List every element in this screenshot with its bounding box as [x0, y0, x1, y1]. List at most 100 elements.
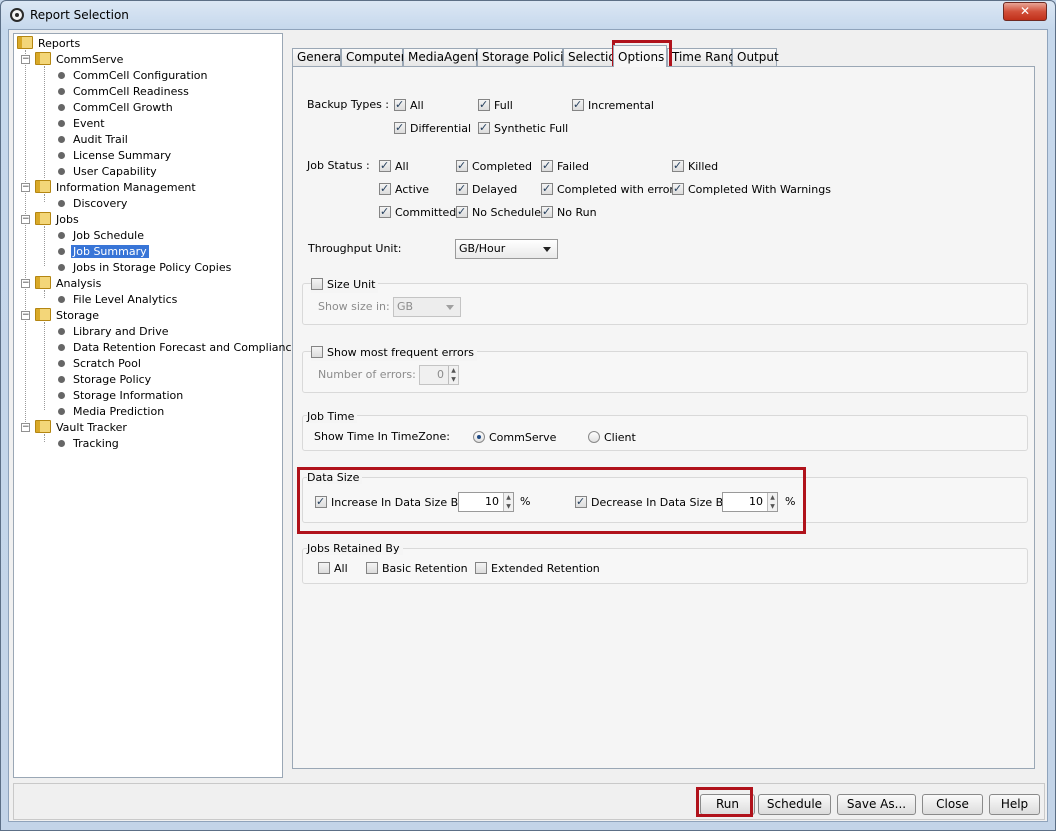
spin-up-icon[interactable]: ▲	[448, 366, 458, 375]
collapse-icon[interactable]: −	[21, 423, 30, 432]
checkbox-label: Incremental	[588, 99, 654, 112]
backup-differential-checkbox[interactable]: Differential	[394, 120, 471, 137]
save-as-button[interactable]: Save As...	[837, 794, 916, 815]
checkbox-icon	[318, 562, 330, 574]
retained-basic-checkbox[interactable]: Basic Retention	[366, 561, 468, 577]
folder-icon	[35, 212, 51, 225]
tree-item-storage-policy[interactable]: Storage Policy	[54, 372, 153, 388]
show-frequent-errors-checkbox[interactable]: Show most frequent errors	[311, 345, 477, 361]
tree-item-discovery[interactable]: Discovery	[54, 196, 129, 212]
tab-computers[interactable]: Computers	[341, 48, 412, 66]
tab-storage-policies[interactable]: Storage Policies	[477, 48, 577, 66]
backup-all-checkbox[interactable]: All	[394, 97, 424, 114]
leaf-icon	[58, 296, 65, 303]
leaf-icon	[58, 200, 65, 207]
number-of-errors-spinner[interactable]: 0 ▲ ▼	[419, 365, 459, 385]
status-completed-checkbox[interactable]: Completed	[456, 158, 532, 175]
tree-item-tracking[interactable]: Tracking	[54, 436, 121, 452]
status-no-run-checkbox[interactable]: No Run	[541, 204, 597, 221]
throughput-unit-dropdown[interactable]: GB/Hour	[455, 239, 558, 259]
status-completed-with-errors-checkbox[interactable]: Completed with errors	[541, 181, 680, 198]
tree-item-scratch-pool[interactable]: Scratch Pool	[54, 356, 143, 372]
checkbox-icon	[672, 158, 684, 174]
report-tree[interactable]: Reports − CommServe CommCell Configurati…	[13, 33, 298, 778]
tree-item-information-management[interactable]: Information Management	[35, 180, 198, 196]
size-unit-dropdown[interactable]: GB	[393, 297, 461, 317]
tree-item-jobs-in-storage-policy-copies[interactable]: Jobs in Storage Policy Copies	[54, 260, 233, 276]
help-button[interactable]: Help	[989, 794, 1040, 815]
checkbox-icon	[379, 204, 391, 220]
tree-item-vault-tracker[interactable]: Vault Tracker	[35, 420, 129, 436]
timezone-commserve-radio[interactable]: CommServe	[473, 430, 556, 446]
collapse-icon[interactable]: −	[21, 311, 30, 320]
status-failed-checkbox[interactable]: Failed	[541, 158, 589, 175]
checkbox-label: Completed with errors	[557, 183, 680, 196]
tree-item-media-prediction[interactable]: Media Prediction	[54, 404, 166, 420]
dropdown-value: GB/Hour	[459, 242, 506, 255]
spin-down-icon[interactable]: ▼	[448, 375, 458, 384]
dropdown-value: GB	[397, 300, 414, 313]
tree-item-storage-information[interactable]: Storage Information	[54, 388, 185, 404]
tree-item-library-and-drive[interactable]: Library and Drive	[54, 324, 170, 340]
status-killed-checkbox[interactable]: Killed	[672, 158, 718, 175]
tree-item-storage[interactable]: Storage	[35, 308, 101, 324]
tree-item-license-summary[interactable]: License Summary	[54, 148, 173, 164]
checkbox-icon	[379, 158, 391, 174]
tree-item-label: User Capability	[73, 165, 157, 178]
tree-item-audit-trail[interactable]: Audit Trail	[54, 132, 130, 148]
tab-options[interactable]: Options	[613, 45, 667, 67]
backup-synthetic-full-checkbox[interactable]: Synthetic Full	[478, 120, 568, 137]
tree-item-job-summary[interactable]: Job Summary	[54, 244, 149, 260]
timezone-client-radio[interactable]: Client	[588, 430, 636, 446]
status-committed-checkbox[interactable]: Committed	[379, 204, 456, 221]
tree-item-user-capability[interactable]: User Capability	[54, 164, 159, 180]
retained-all-checkbox[interactable]: All	[318, 561, 348, 577]
checkbox-icon	[379, 181, 391, 197]
status-active-checkbox[interactable]: Active	[379, 181, 429, 198]
collapse-icon[interactable]: −	[21, 215, 30, 224]
tree-item-label: Job Summary	[71, 245, 149, 258]
size-unit-checkbox[interactable]: Size Unit	[311, 277, 379, 293]
collapse-icon[interactable]: −	[21, 279, 30, 288]
close-button[interactable]: Close	[922, 794, 983, 815]
tree-item-label: Library and Drive	[73, 325, 169, 338]
tab-output[interactable]: Output	[732, 48, 779, 66]
tree-root-reports[interactable]: Reports	[17, 36, 82, 52]
status-completed-with-warnings-checkbox[interactable]: Completed With Warnings	[672, 181, 831, 198]
tab-mediaagents[interactable]: MediaAgents	[403, 48, 486, 66]
tree-item-label: CommCell Readiness	[73, 85, 189, 98]
checkbox-label: No Schedule	[472, 206, 542, 219]
backup-incremental-checkbox[interactable]: Incremental	[572, 97, 654, 114]
tree-item-commcell-growth[interactable]: CommCell Growth	[54, 100, 175, 116]
collapse-icon[interactable]: −	[21, 183, 30, 192]
tree-item-commcell-configuration[interactable]: CommCell Configuration	[54, 68, 210, 84]
tree-item-event[interactable]: Event	[54, 116, 107, 132]
retained-extended-checkbox[interactable]: Extended Retention	[475, 561, 600, 577]
window-title: Report Selection	[30, 8, 129, 22]
radio-label: CommServe	[489, 431, 557, 444]
leaf-icon	[58, 248, 65, 255]
checkbox-label: Show most frequent errors	[327, 346, 474, 359]
tree-item-analysis[interactable]: Analysis	[35, 276, 103, 292]
tree-item-job-schedule[interactable]: Job Schedule	[54, 228, 146, 244]
status-delayed-checkbox[interactable]: Delayed	[456, 181, 517, 198]
checkbox-label: Extended Retention	[491, 562, 600, 575]
window-close-button[interactable]: ✕	[1003, 2, 1047, 21]
collapse-icon[interactable]: −	[21, 55, 30, 64]
tree-item-data-retention-forecast[interactable]: Data Retention Forecast and Compliance	[54, 340, 300, 356]
tab-selection[interactable]: Selection	[563, 48, 623, 66]
tree-item-commserve[interactable]: CommServe	[35, 52, 125, 68]
status-all-checkbox[interactable]: All	[379, 158, 409, 175]
app-icon	[10, 8, 24, 22]
tree-item-commcell-readiness[interactable]: CommCell Readiness	[54, 84, 191, 100]
tree-item-jobs[interactable]: Jobs	[35, 212, 81, 228]
tree-item-file-level-analytics[interactable]: File Level Analytics	[54, 292, 179, 308]
tree-item-label: Data Retention Forecast and Compliance	[73, 341, 299, 354]
title-bar: Report Selection ✕	[1, 1, 1055, 29]
schedule-button[interactable]: Schedule	[758, 794, 831, 815]
tree-item-label: CommCell Growth	[73, 101, 173, 114]
tab-general[interactable]: General	[292, 48, 344, 66]
tab-time-range[interactable]: Time Range	[667, 48, 743, 66]
backup-full-checkbox[interactable]: Full	[478, 97, 513, 114]
status-no-schedule-checkbox[interactable]: No Schedule	[456, 204, 542, 221]
